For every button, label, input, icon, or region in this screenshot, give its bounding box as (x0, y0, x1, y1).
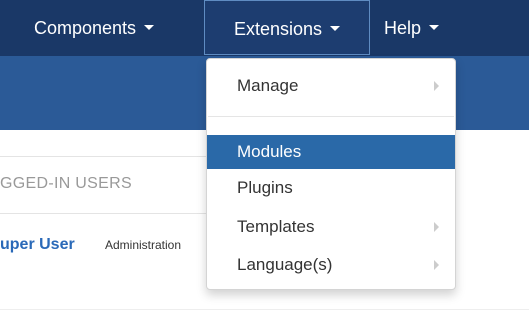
menu-item-label: Plugins (237, 178, 293, 197)
chevron-right-icon (434, 260, 439, 270)
panel-divider (0, 156, 206, 157)
nav-help[interactable]: Help (384, 0, 440, 56)
user-role-label: Administration (105, 238, 182, 252)
menu-item-plugins[interactable]: Plugins (207, 171, 455, 205)
menu-item-manage[interactable]: Manage (207, 69, 455, 103)
content-divider (0, 309, 529, 310)
logged-in-users-heading: GGED-IN USERS (0, 175, 132, 192)
menu-item-label: Manage (237, 76, 299, 95)
user-name-link[interactable]: uper User (0, 236, 75, 254)
top-navbar: Components Extensions Help (0, 0, 529, 56)
nav-extensions[interactable]: Extensions (204, 0, 370, 55)
chevron-right-icon (434, 222, 439, 232)
caret-down-icon (144, 24, 155, 30)
chevron-right-icon (434, 81, 439, 91)
nav-help-label: Help (384, 18, 422, 38)
menu-item-languages[interactable]: Language(s) (207, 248, 455, 282)
menu-item-label: Language(s) (237, 255, 333, 274)
caret-down-icon (429, 24, 440, 30)
menu-item-label: Modules (237, 142, 302, 161)
panel-divider (0, 213, 206, 214)
nav-components[interactable]: Components (34, 0, 155, 56)
menu-item-modules[interactable]: Modules (207, 135, 455, 169)
nav-components-label: Components (34, 18, 137, 38)
menu-item-templates[interactable]: Templates (207, 210, 455, 244)
extensions-dropdown-menu: Manage Modules Plugins Templates Languag… (206, 58, 456, 290)
menu-item-label: Templates (237, 217, 315, 236)
menu-divider (208, 116, 454, 117)
nav-extensions-label: Extensions (233, 19, 323, 39)
caret-down-icon (330, 25, 341, 31)
